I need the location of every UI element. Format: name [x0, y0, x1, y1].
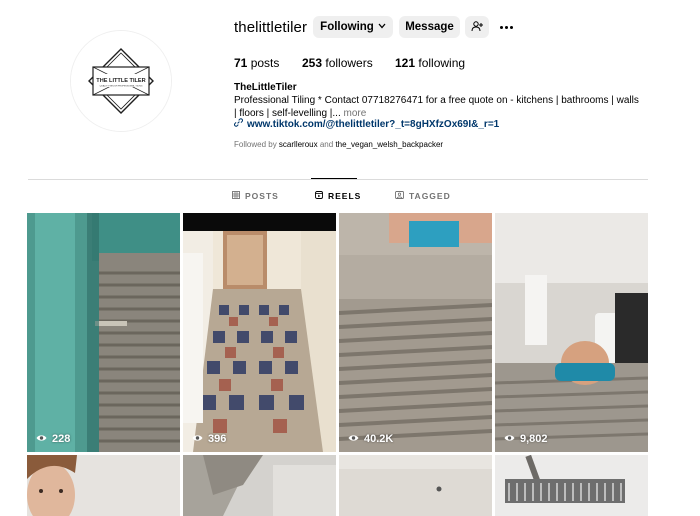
- reels-icon: [315, 191, 323, 201]
- reel-thumbnail: [339, 213, 492, 452]
- reel-thumbnail: [339, 455, 492, 516]
- add-user-icon: [471, 20, 483, 35]
- eye-icon: [504, 433, 515, 445]
- message-button[interactable]: Message: [399, 16, 460, 38]
- tagged-icon: [395, 191, 404, 201]
- reel-tile[interactable]: [339, 455, 492, 516]
- more-options-icon[interactable]: [497, 16, 515, 38]
- posts-count: 71 posts: [234, 56, 280, 70]
- following-button[interactable]: Following: [313, 16, 393, 38]
- profile-bio: Professional Tiling * Contact 0771827647…: [234, 94, 644, 120]
- avatar[interactable]: THE LITTLE TILER QUALITY WELSH PROFESSIO…: [70, 30, 172, 132]
- reel-thumbnail: [27, 455, 180, 516]
- profile-link[interactable]: www.tiktok.com/@thelittletiler?_t=8gHXfz…: [234, 118, 499, 130]
- reel-views: 9,802: [504, 433, 548, 445]
- reel-tile[interactable]: 9,802: [495, 213, 648, 452]
- reel-tile[interactable]: 396: [183, 213, 336, 452]
- profile-full-name: TheLittleTiler: [234, 82, 297, 93]
- eye-icon: [36, 433, 47, 445]
- reel-thumbnail: [27, 213, 180, 452]
- suggested-users-button[interactable]: [465, 16, 489, 38]
- link-icon: [234, 118, 243, 130]
- eye-icon: [348, 433, 359, 445]
- active-tab-indicator: [311, 178, 357, 179]
- bio-text: Professional Tiling * Contact 0771827647…: [234, 95, 639, 119]
- reel-thumbnail: [183, 213, 336, 452]
- tab-tagged[interactable]: TAGGED: [395, 191, 451, 201]
- tab-posts[interactable]: POSTS: [232, 191, 279, 201]
- reel-views: 40.2K: [348, 433, 393, 445]
- reel-thumbnail: [495, 213, 648, 452]
- reel-tile[interactable]: [183, 455, 336, 516]
- grid-icon: [232, 191, 240, 201]
- following-button-label: Following: [320, 21, 374, 33]
- reel-thumbnail: [183, 455, 336, 516]
- reel-tile[interactable]: [27, 455, 180, 516]
- eye-icon: [192, 433, 203, 445]
- profile-link-text: www.tiktok.com/@thelittletiler?_t=8gHXfz…: [247, 118, 500, 130]
- tab-reels[interactable]: REELS: [315, 191, 361, 201]
- message-button-label: Message: [405, 21, 454, 33]
- profile-username: thelittletiler: [234, 19, 308, 36]
- reel-tile[interactable]: 40.2K: [339, 213, 492, 452]
- reel-views: 228: [36, 433, 70, 445]
- followers-link[interactable]: 253 followers: [302, 56, 373, 70]
- reel-tile[interactable]: 228: [27, 213, 180, 452]
- tabs-divider: [28, 179, 648, 180]
- reel-views: 396: [192, 433, 226, 445]
- followed-by[interactable]: Followed by scarlleroux and the_vegan_we…: [234, 140, 443, 149]
- reel-thumbnail: [495, 455, 648, 516]
- logo-image: THE LITTLE TILER QUALITY WELSH PROFESSIO…: [71, 31, 171, 131]
- reel-tile[interactable]: [495, 455, 648, 516]
- svg-text:QUALITY WELSH PROFESSIONAL TIL: QUALITY WELSH PROFESSIONAL TILING: [100, 85, 143, 88]
- following-link[interactable]: 121 following: [395, 56, 465, 70]
- svg-text:THE LITTLE TILER: THE LITTLE TILER: [96, 78, 145, 84]
- chevron-down-icon: [378, 21, 386, 31]
